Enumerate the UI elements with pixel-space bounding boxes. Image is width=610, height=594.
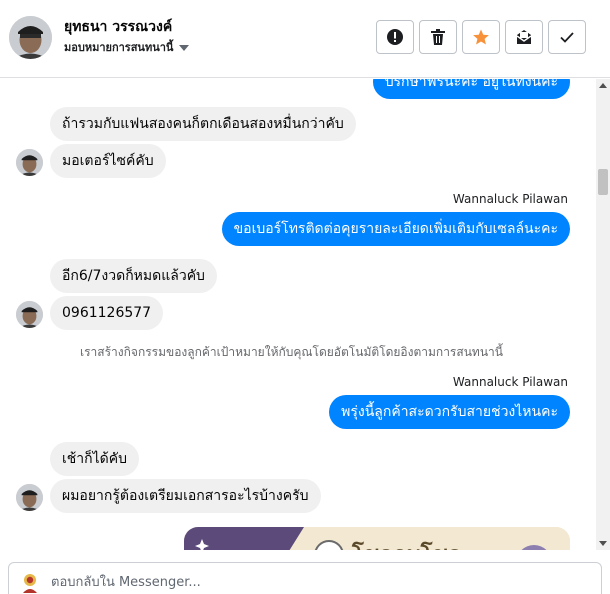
contact-name[interactable]: ยุทธนา วรรณวงค์	[64, 16, 172, 38]
exclamation-icon	[387, 29, 403, 45]
contact-avatar-small	[16, 301, 43, 328]
message-bubble-incoming: ถ้ารวมกับแฟนสองคนก็ตกเดือนสองหมื่นกว่าคั…	[50, 107, 356, 141]
system-note: เราสร้างกิจกรรมของลูกค้าเป้าหมายให้กับคุ…	[80, 345, 503, 359]
message-bubble-outgoing: ปรึกษาฟรีนะคะ อยู่ในทั้งนี้คะ	[372, 79, 570, 99]
mark-done-button[interactable]	[548, 20, 586, 54]
scrollbar[interactable]	[596, 79, 610, 550]
star-button[interactable]	[462, 20, 500, 54]
checkmark-icon	[560, 32, 574, 43]
conversation-header: ยุทธนา วรรณวงค์ มอบหมายการสนทนานี้	[0, 0, 610, 78]
chevron-down-icon	[179, 45, 190, 51]
message-bubble-outgoing: พรุ่งนี้ลูกค้าสะดวกรับสายช่วงไหนคะ	[329, 395, 570, 429]
delete-button[interactable]	[419, 20, 457, 54]
contact-avatar-small	[16, 484, 43, 511]
star-icon	[473, 29, 489, 45]
message-bubble-incoming: มอเตอร์ไซค์คับ	[50, 144, 166, 178]
contact-avatar[interactable]	[9, 16, 52, 59]
mark-spam-button[interactable]	[376, 20, 414, 54]
mark-unread-button[interactable]	[505, 20, 543, 54]
assign-conversation-label: มอบหมายการสนทนานี้	[64, 41, 174, 54]
scroll-down-icon[interactable]	[599, 541, 607, 546]
message-bubble-incoming: ผมอยากรู้ต้องเตรียมเอกสารอะไรบ้างครับ	[50, 479, 321, 513]
message-bubble-incoming: เช้าก็ได้คับ	[50, 442, 140, 476]
promo-title: โชคอุบโชค	[352, 537, 462, 550]
message-bubble-incoming: อีก6/7งวดก็หมดแล้วคับ	[50, 259, 217, 293]
sender-name: Wannaluck Pilawan	[452, 192, 568, 206]
reply-box[interactable]	[8, 562, 602, 594]
sender-name: Wannaluck Pilawan	[452, 375, 568, 389]
scrollbar-thumb[interactable]	[598, 169, 608, 195]
page-avatar-icon	[19, 571, 41, 594]
message-thread[interactable]: ปรึกษาฟรีนะคะ อยู่ในทั้งนี้คะ ถ้ารวมกับแ…	[0, 79, 596, 550]
contact-avatar-small	[16, 149, 43, 176]
message-bubble-incoming[interactable]: 0961126577	[50, 296, 164, 330]
reply-input[interactable]	[51, 571, 571, 593]
envelope-icon	[516, 30, 532, 44]
promo-image-attachment[interactable]: โชคอุบโชค	[184, 527, 570, 550]
scroll-up-icon[interactable]	[599, 83, 607, 88]
reply-bar	[0, 550, 610, 594]
assign-conversation-dropdown[interactable]: มอบหมายการสนทนานี้	[64, 38, 190, 56]
message-bubble-outgoing: ขอเบอร์โทรติดต่อคุยรายละเอียดเพิ่มเติมกั…	[221, 212, 570, 246]
trash-icon	[431, 29, 445, 45]
